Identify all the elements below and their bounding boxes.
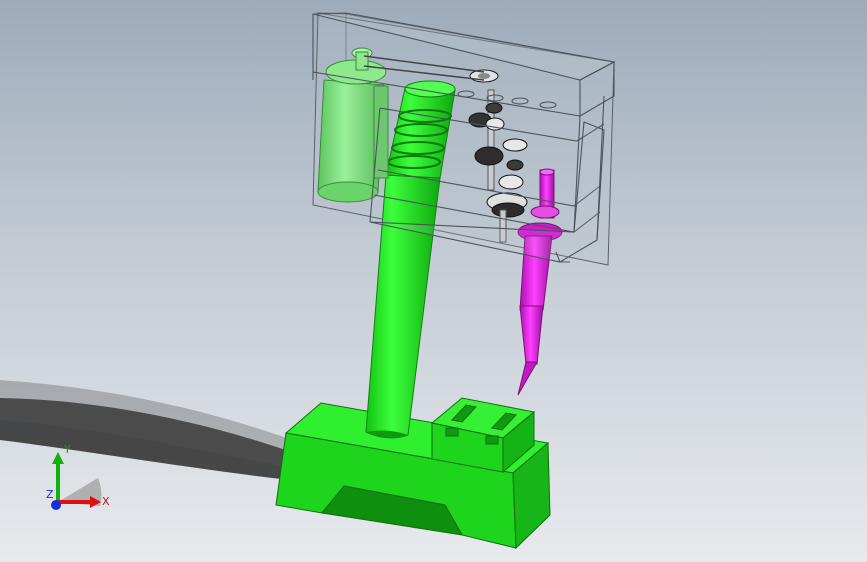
motor	[317, 47, 389, 203]
floor-shadow	[0, 380, 320, 480]
drill-press-model[interactable]	[0, 0, 867, 562]
z-axis	[51, 500, 61, 510]
x-axis-label: X	[102, 495, 110, 508]
y-axis-label: Y	[64, 443, 71, 456]
y-arrowhead	[52, 452, 64, 464]
z-axis-label: Z	[46, 488, 54, 501]
axis-triad	[51, 452, 102, 510]
cad-viewport[interactable]: Y X Z	[0, 0, 867, 562]
